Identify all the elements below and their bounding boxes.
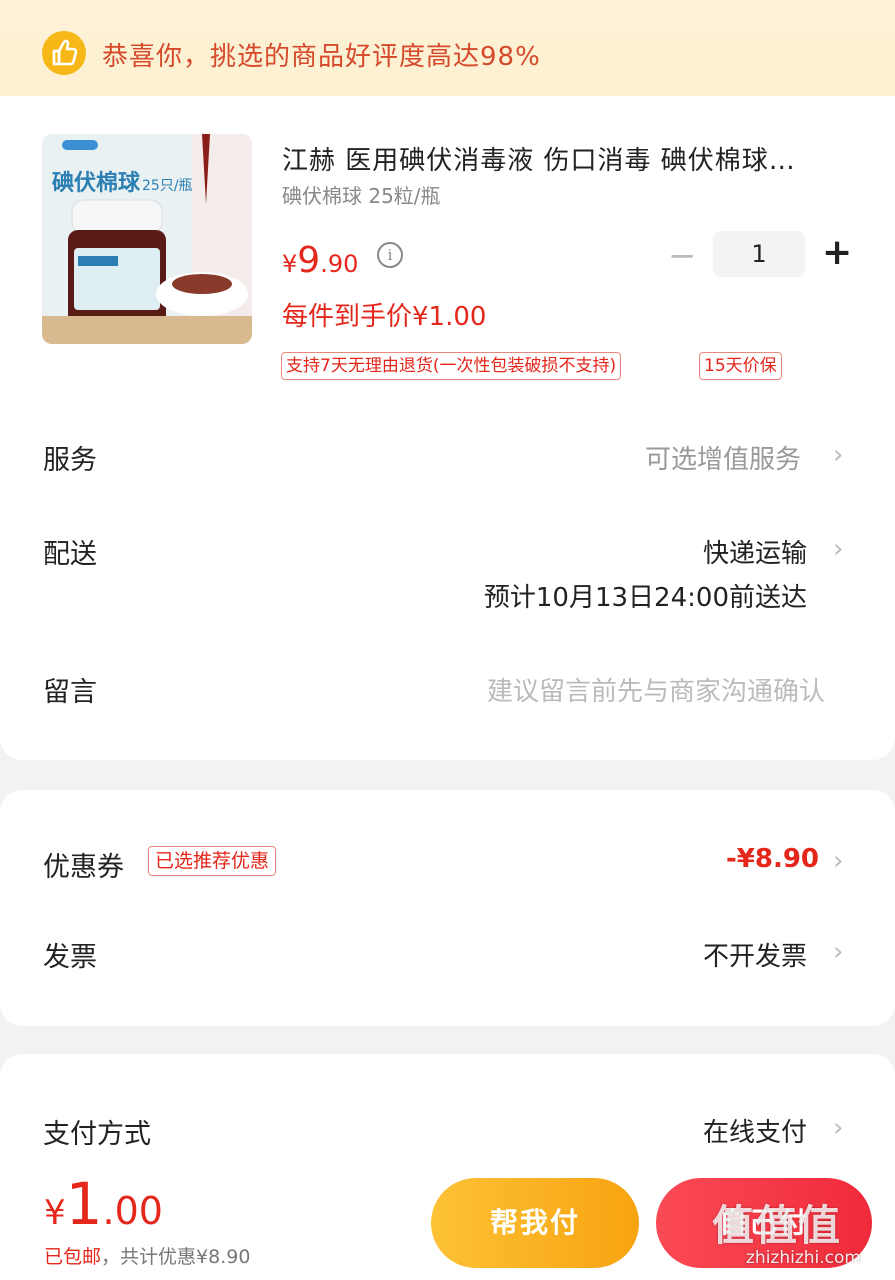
total-decimal: .00 xyxy=(102,1189,163,1233)
shipping-note: 已包邮，共计优惠¥8.90 xyxy=(44,1242,250,1269)
product-price: ¥9.90 xyxy=(282,240,358,281)
product-image[interactable]: 碘伏棉球 25只/瓶 xyxy=(42,134,252,344)
price-integer: 9 xyxy=(297,240,321,281)
return-policy-tag: 支持7天无理由退货(一次性包装破损不支持) xyxy=(281,352,622,380)
quantity-decrease-button[interactable]: − xyxy=(668,236,697,276)
delivery-chevron-icon[interactable]: › xyxy=(833,534,843,564)
delivery-value[interactable]: 快递运输 xyxy=(703,533,807,570)
product-image-sublabel: 25只/瓶 xyxy=(142,178,193,194)
coupon-value[interactable]: -¥8.90 xyxy=(726,844,819,874)
invoice-chevron-icon[interactable]: › xyxy=(833,937,843,967)
discount-card xyxy=(0,790,895,1026)
info-icon[interactable]: i xyxy=(377,242,403,268)
payment-value[interactable]: 在线支付 xyxy=(703,1112,807,1149)
unit-final-price: 每件到手价¥1.00 xyxy=(282,302,487,332)
invoice-label: 发票 xyxy=(43,942,97,973)
total-price: ¥1.00 xyxy=(44,1170,163,1238)
total-symbol: ¥ xyxy=(44,1193,66,1233)
delivery-eta: 预计10月13日24:00前送达 xyxy=(483,583,807,613)
product-title[interactable]: 江赫 医用碘伏消毒液 伤口消毒 碘伏棉球… xyxy=(282,140,852,177)
product-image-label: 碘伏棉球 xyxy=(52,170,141,196)
free-shipping-text: 已包邮 xyxy=(44,1246,102,1268)
price-decimal: .90 xyxy=(320,250,359,278)
discount-total-text: ，共计优惠¥8.90 xyxy=(101,1246,251,1268)
service-label: 服务 xyxy=(43,445,97,476)
message-input[interactable]: 建议留言前先与商家沟通确认 xyxy=(487,671,825,708)
product-spec[interactable]: 碘伏棉球 25粒/瓶 xyxy=(282,180,441,209)
watermark-logo: 值值值 zhizhizhi.com xyxy=(712,1192,892,1278)
payment-chevron-icon[interactable]: › xyxy=(833,1113,843,1143)
help-pay-button[interactable]: 帮我付 xyxy=(431,1178,639,1268)
quantity-input[interactable]: 1 xyxy=(713,231,805,277)
price-protection-tag: 15天价保 xyxy=(699,352,782,380)
delivery-label: 配送 xyxy=(43,539,97,570)
quantity-increase-button[interactable]: + xyxy=(822,232,852,273)
total-integer: 1 xyxy=(65,1170,103,1238)
price-symbol: ¥ xyxy=(282,250,298,278)
watermark-glyphs: 值值值 xyxy=(712,1201,842,1250)
service-chevron-icon[interactable]: › xyxy=(833,440,843,470)
service-value[interactable]: 可选增值服务 xyxy=(645,439,801,476)
thumbs-up-icon xyxy=(42,31,86,75)
coupon-badge: 已选推荐优惠 xyxy=(148,846,277,876)
watermark-url: zhizhizhi.com xyxy=(746,1248,861,1268)
coupon-label: 优惠券 xyxy=(43,852,124,883)
coupon-chevron-icon[interactable]: › xyxy=(833,846,843,876)
invoice-value[interactable]: 不开发票 xyxy=(703,936,807,973)
rating-banner-text: 恭喜你，挑选的商品好评度高达98% xyxy=(102,42,541,72)
message-label: 留言 xyxy=(43,677,97,708)
payment-label: 支付方式 xyxy=(43,1119,151,1150)
rating-banner: 恭喜你，挑选的商品好评度高达98% xyxy=(0,0,895,100)
